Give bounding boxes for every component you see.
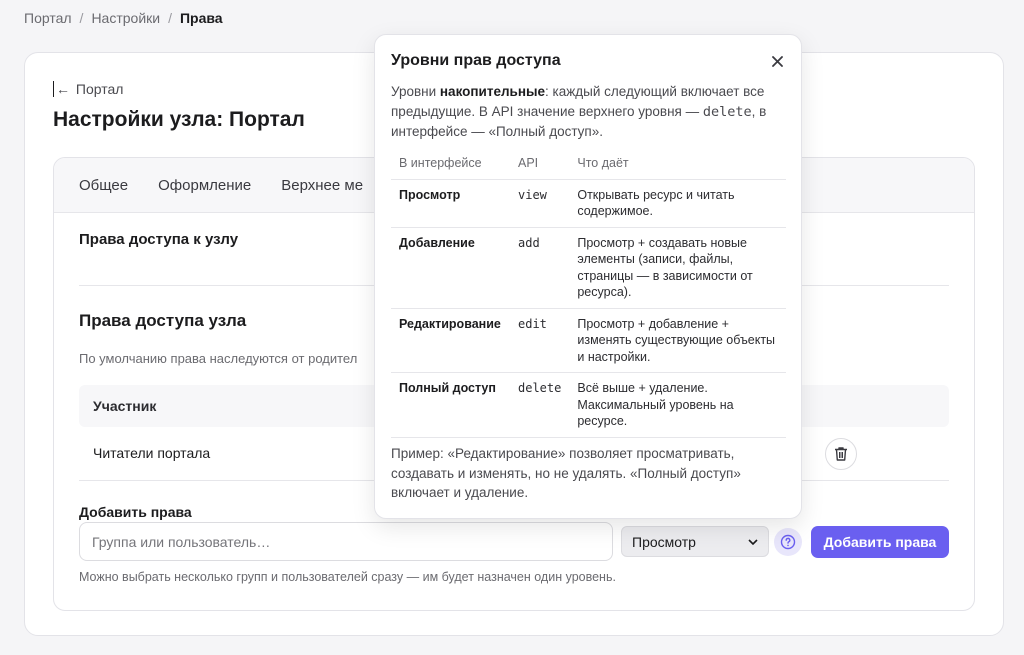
tab-appearance[interactable]: Оформление [158,177,251,194]
level-select-value: Просмотр [632,533,696,550]
breadcrumb: Портал / Настройки / Права [24,10,223,26]
intro-text: Уровни [391,84,440,99]
column-header-interface: В интерфейсе [391,153,510,180]
page-title: Настройки узла: Портал [53,108,305,131]
permissions-description: По умолчанию права наследуются от родите… [79,351,358,366]
close-button[interactable] [768,52,786,70]
level-api: delete [510,372,570,438]
member-name: Читатели портала [93,445,211,461]
tab-top-menu[interactable]: Верхнее ме [281,177,363,194]
access-levels-popover: Уровни прав доступа Уровни накопительные… [374,34,802,519]
popover-footer: Пример: «Редактирование» позволяет просм… [391,446,741,500]
level-api: edit [510,308,570,373]
levels-table: В интерфейсе API Что даёт Просмотр view … [391,153,786,438]
breadcrumb-link-portal[interactable]: Портал [24,10,72,26]
breadcrumb-separator: / [168,10,172,26]
permissions-title: Права доступа узла [79,311,247,330]
close-icon [771,55,783,67]
column-header-member: Участник [93,398,157,414]
question-icon [780,534,796,550]
level-name: Просмотр [391,179,510,228]
access-section-title: Права доступа к узлу [79,231,239,248]
column-header-api: API [510,153,570,180]
column-header-grants: Что даёт [569,153,786,180]
table-row: Полный доступ delete Всё выше + удаление… [391,372,786,438]
back-link[interactable]: ← Портал [53,81,123,97]
level-name: Добавление [391,227,510,309]
popover-title: Уровни прав доступа [391,52,561,69]
breadcrumb-separator: / [79,10,84,26]
add-rights-title: Добавить права [79,504,192,520]
arrow-left-icon: ← [53,81,70,97]
chevron-down-icon [748,538,758,545]
level-api: add [510,227,570,309]
table-row: Редактирование edit Просмотр + добавлени… [391,308,786,373]
breadcrumb-current: Права [179,10,223,26]
intro-bold: накопительные [439,84,546,99]
level-api: view [510,179,570,228]
back-link-label: Портал [75,81,124,97]
table-row: Добавление add Просмотр + создавать новы… [391,227,786,309]
level-select[interactable]: Просмотр [621,526,769,557]
level-description: Всё выше + удаление. Максимальный уровен… [569,372,786,438]
tab-general[interactable]: Общее [79,177,128,194]
intro-code: delete [702,103,752,120]
level-description: Просмотр + добавление + изменять существ… [569,308,786,373]
level-description: Открывать ресурс и читать содержимое. [569,179,786,228]
popover-intro: Уровни накопительные: каждый следующий в… [391,82,787,142]
help-button[interactable] [774,528,802,556]
add-rights-button[interactable]: Добавить права [811,526,949,558]
level-description: Просмотр + создавать новые элементы (зап… [569,227,786,309]
member-search-input[interactable] [79,522,613,561]
level-name: Полный доступ [391,372,510,438]
add-rights-hint: Можно выбрать несколько групп и пользова… [79,570,616,584]
trash-icon [835,447,847,461]
delete-button[interactable] [825,438,857,470]
table-row: Просмотр view Открывать ресурс и читать … [391,179,786,228]
levels-table-header: В интерфейсе API Что даёт [391,153,786,180]
level-name: Редактирование [391,308,510,373]
breadcrumb-link-settings[interactable]: Настройки [91,10,160,26]
